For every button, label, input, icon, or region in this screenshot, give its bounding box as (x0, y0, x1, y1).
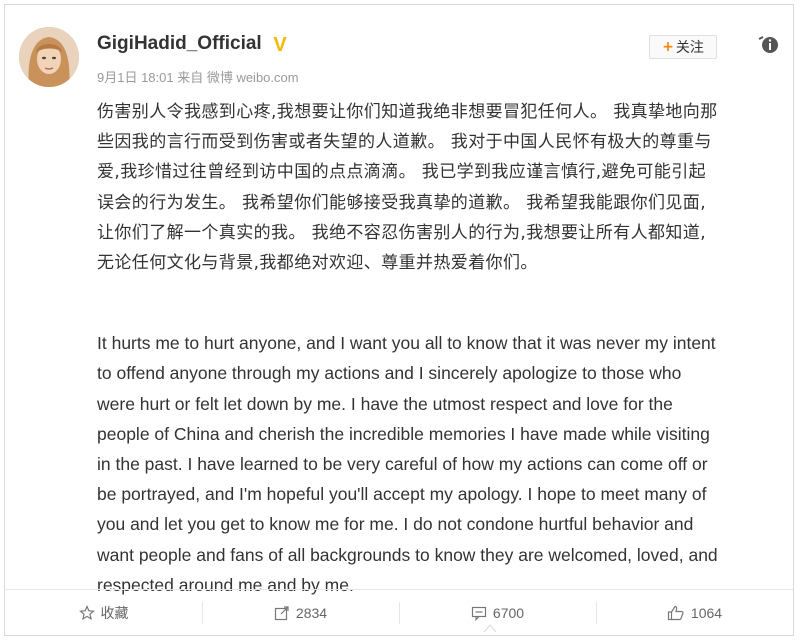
en-line: to offend anyone through my actions and … (97, 363, 682, 384)
en-line: were hurt or felt let down by me. I have… (97, 393, 673, 414)
cn-line: 无论任何文化与背景,我都绝对欢迎、尊重并热爱着你们。 (97, 253, 538, 274)
more-options-icon[interactable] (755, 33, 779, 57)
cn-line: 爱,我珍惜过往曾经到访中国的点点滴滴。 我已学到我应谨言慎行,避免可能引起 (97, 162, 707, 183)
verified-badge-letter: V (273, 34, 287, 55)
en-line: be portrayed, and I'm hopeful you'll acc… (97, 484, 707, 505)
favorite-label: 收藏 (100, 605, 129, 621)
avatar[interactable] (19, 27, 79, 87)
avatar-image (19, 27, 79, 87)
verified-badge-icon: V (273, 34, 287, 55)
like-button[interactable]: 1064 (596, 590, 793, 636)
follow-plus: + (662, 39, 674, 55)
follow-label: 关注 (675, 40, 704, 56)
comment-icon (471, 606, 487, 621)
en-line: want people and fans of all backgrounds … (97, 544, 718, 565)
post-content: 伤害别人令我感到心疼,我想要让你们知道我绝非想要冒犯任何人。 我真挚地向那 些因… (97, 97, 777, 600)
repost-icon (274, 606, 289, 621)
comment-count: 6700 (492, 605, 525, 621)
favorite-button[interactable]: 收藏 (5, 590, 202, 636)
content-english: It hurts me to hurt anyone, and I want y… (97, 328, 777, 600)
follow-button[interactable]: + 关注 (649, 35, 717, 59)
comment-button[interactable]: 6700 (399, 590, 596, 636)
cn-line: 些因我的言行而受到伤害或者失望的人道歉。 我对于中国人民怀有极大的尊重与 (97, 132, 712, 153)
repost-count: 2834 (295, 605, 328, 621)
like-count: 1064 (690, 605, 723, 621)
username[interactable]: GigiHadid_Official (97, 33, 262, 55)
en-line: in the past. I have learned to be very c… (97, 454, 708, 475)
post-meta: 9月1日 18:01 来自 微博 weibo.com (97, 70, 299, 85)
star-icon (78, 605, 95, 621)
weibo-post-card: GigiHadid_Official V 9月1日 18:01 来自 微博 we… (4, 4, 794, 636)
thumbs-up-icon (667, 605, 684, 621)
en-line: It hurts me to hurt anyone, and I want y… (97, 333, 716, 354)
cn-line: 伤害别人令我感到心疼,我想要让你们知道我绝非想要冒犯任何人。 我真挚地向那 (97, 102, 718, 122)
action-bar: 收藏 2834 6700 1064 (5, 589, 793, 636)
en-line: people of China and cherish the incredib… (97, 423, 710, 444)
cn-line: 让你们了解一个真实的我。 我绝不容忍伤害别人的行为,我想要让所有人都知道, (97, 222, 707, 243)
comment-caret-icon (484, 624, 496, 632)
en-line: you and let you get to know me for me. I… (97, 514, 694, 535)
repost-button[interactable]: 2834 (202, 590, 399, 636)
content-chinese: 伤害别人令我感到心疼,我想要让你们知道我绝非想要冒犯任何人。 我真挚地向那 些因… (97, 97, 777, 278)
cn-line: 误会的行为发生。 我希望你们能够接受我真挚的道歉。 我希望我能跟你们见面, (97, 192, 707, 213)
